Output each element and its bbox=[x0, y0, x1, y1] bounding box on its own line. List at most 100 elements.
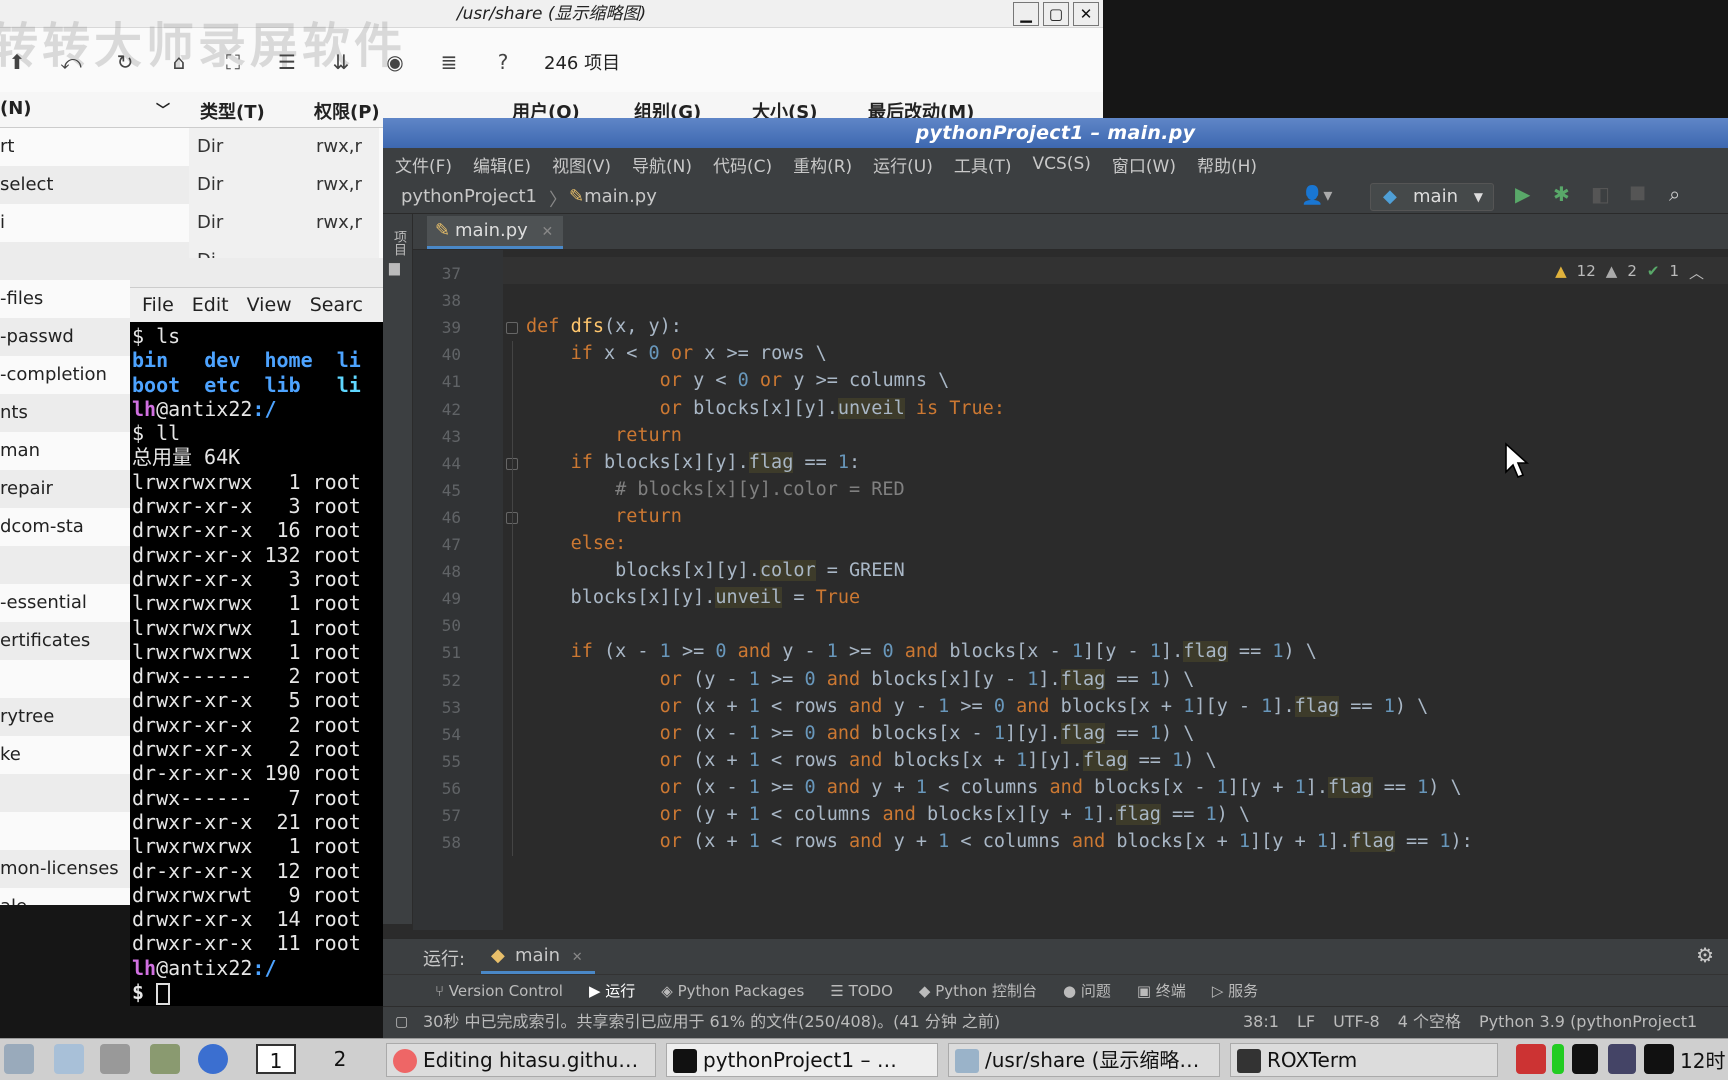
col-name[interactable]: (N) bbox=[0, 98, 32, 119]
run-tab-main[interactable]: ◆ main ✕ bbox=[481, 940, 595, 974]
coverage-icon[interactable]: ◧ bbox=[1591, 182, 1610, 206]
code-token: or bbox=[659, 749, 682, 771]
task-pycharm[interactable]: pythonProject1 – … bbox=[666, 1043, 938, 1077]
breadcrumb-file[interactable]: ✎main.py bbox=[569, 186, 657, 207]
ide-menu-item[interactable]: 代码(C) bbox=[713, 152, 772, 177]
maximize-button[interactable]: ▢ bbox=[1043, 2, 1069, 26]
code-token: unveil bbox=[837, 397, 905, 419]
home-icon[interactable]: ⌂ bbox=[162, 50, 196, 74]
run-config-selector[interactable]: ◆ main ▼ bbox=[1370, 183, 1494, 211]
ide-menu-item[interactable]: 视图(V) bbox=[552, 152, 611, 177]
sort-icon[interactable]: ⇊ bbox=[324, 50, 358, 74]
close-tab-icon[interactable]: ✕ bbox=[542, 224, 554, 240]
taskbar: 1 2 Editing hitasu.githu… pythonProject1… bbox=[0, 1038, 1728, 1080]
file-row[interactable]: select bbox=[0, 166, 189, 204]
task-roxterm[interactable]: ROXTerm bbox=[1230, 1043, 1498, 1077]
fold-marker-icon[interactable] bbox=[506, 322, 518, 335]
terminal-output[interactable]: $ ls bin dev home li boot etc lib li lh@ant… bbox=[130, 322, 385, 1005]
ide-menu-item[interactable]: 重构(R) bbox=[793, 152, 852, 177]
clock[interactable]: 12时 bbox=[1680, 1045, 1725, 1074]
file-row[interactable]: i bbox=[0, 204, 189, 242]
code-token: if bbox=[570, 343, 593, 365]
ll-row: drwxr-xr-x 3 root bbox=[132, 494, 361, 519]
status-line-ending[interactable]: LF bbox=[1297, 1007, 1315, 1037]
inspection-widget[interactable]: ▲ 12 ▲ 2 ✔ 1 ︿ bbox=[1555, 262, 1704, 283]
minimize-button[interactable]: ▁ bbox=[1013, 2, 1039, 26]
status-encoding[interactable]: UTF-8 bbox=[1333, 1007, 1380, 1037]
debug-icon[interactable]: ✱ bbox=[1553, 182, 1570, 206]
launcher-icon[interactable] bbox=[4, 1044, 34, 1074]
help-icon[interactable]: ? bbox=[486, 50, 520, 74]
close-button[interactable]: ✕ bbox=[1073, 2, 1099, 26]
breadcrumb-project[interactable]: pythonProject1 bbox=[401, 186, 537, 207]
workspace-1[interactable]: 1 bbox=[256, 1044, 296, 1074]
file-row[interactable]: rt bbox=[0, 128, 189, 166]
archive-launcher-icon[interactable] bbox=[150, 1044, 180, 1074]
menu-search[interactable]: Searc bbox=[310, 294, 363, 316]
up-icon[interactable]: ⬆ bbox=[0, 50, 34, 74]
status-indent[interactable]: 4 个空格 bbox=[1398, 1007, 1461, 1037]
ide-menu-item[interactable]: 工具(T) bbox=[954, 152, 1012, 177]
ide-menu-item[interactable]: 窗口(W) bbox=[1112, 152, 1176, 177]
show-hidden-icon[interactable]: ◉ bbox=[378, 50, 412, 74]
tool-tab[interactable]: ⑂ Version Control bbox=[435, 982, 563, 1000]
menu-file[interactable]: File bbox=[142, 294, 174, 316]
firefox-icon bbox=[393, 1049, 417, 1073]
col-type[interactable]: 类型(T) bbox=[200, 98, 265, 124]
terminal-menubar: File Edit View Searc bbox=[130, 288, 385, 322]
gear-icon[interactable]: ⚙ bbox=[1696, 943, 1714, 967]
files-launcher-icon[interactable] bbox=[54, 1044, 84, 1074]
task-firefox[interactable]: Editing hitasu.githu… bbox=[386, 1043, 656, 1077]
terminal-titlebar bbox=[130, 258, 385, 288]
status-position[interactable]: 38:1 bbox=[1243, 1007, 1279, 1037]
tool-tab[interactable]: ◆ Python 控制台 bbox=[919, 980, 1037, 1001]
code-token: unveil bbox=[715, 587, 783, 609]
status-interpreter[interactable]: Python 3.9 (pythonProject1 bbox=[1479, 1007, 1697, 1037]
ll-row: lrwxrwxrwx 1 root bbox=[132, 591, 361, 616]
tab-main-py[interactable]: ✎ main.py ✕ bbox=[427, 216, 564, 249]
tool-tab[interactable]: ▶ 运行 bbox=[589, 980, 635, 1001]
typo-icon: ✔ bbox=[1646, 262, 1660, 280]
run-icon[interactable]: ▶ bbox=[1515, 182, 1530, 206]
fullscreen-icon[interactable]: ⛶ bbox=[216, 50, 250, 74]
tool-tab[interactable]: ▷ 服务 bbox=[1212, 980, 1258, 1001]
tool-tab[interactable]: ☰ TODO bbox=[830, 982, 893, 1000]
menu-edit[interactable]: Edit bbox=[192, 294, 229, 316]
ide-menu-item[interactable]: 帮助(H) bbox=[1197, 152, 1257, 177]
project-tool-tab[interactable]: 项目 bbox=[389, 230, 408, 256]
code-token: else: bbox=[570, 533, 627, 554]
workspace-2[interactable]: 2 bbox=[320, 1044, 360, 1074]
ide-menu-item[interactable]: 运行(U) bbox=[873, 152, 933, 177]
col-perm[interactable]: 权限(P) bbox=[314, 98, 380, 124]
status-message[interactable]: 30秒 中已完成索引。共享索引已应用于 61% 的文件(250/408)。(41… bbox=[423, 1012, 1000, 1031]
tool-tab[interactable]: ◈ Python Packages bbox=[661, 982, 804, 1000]
search-icon[interactable]: ⌕ bbox=[1669, 182, 1680, 206]
new-dir-icon[interactable]: ☰ bbox=[270, 50, 304, 74]
details-icon[interactable]: ≣ bbox=[432, 50, 466, 74]
layout-icon[interactable]: ▢ bbox=[395, 1007, 408, 1037]
line-number: 41 bbox=[441, 372, 461, 392]
code-token: # blocks[x][y].color = RED bbox=[615, 478, 905, 500]
task-file-manager[interactable]: /usr/share (显示缩略… bbox=[948, 1043, 1220, 1077]
stop-icon[interactable]: ■ bbox=[1629, 182, 1646, 203]
editor-tabs: ✎ main.py ✕ bbox=[413, 214, 1728, 250]
chevron-down-icon[interactable]: ﹀ bbox=[156, 100, 170, 120]
tray-app-icon[interactable] bbox=[1516, 1044, 1546, 1074]
ide-menu-item[interactable]: VCS(S) bbox=[1033, 154, 1091, 174]
type-cell: Dir bbox=[197, 174, 224, 195]
tool-tab[interactable]: ▣ 终端 bbox=[1137, 980, 1186, 1001]
history-icon[interactable]: ⤺ bbox=[54, 50, 88, 74]
code-token: and bbox=[826, 668, 861, 690]
menu-view[interactable]: View bbox=[247, 294, 292, 316]
ide-menu-item[interactable]: 文件(F) bbox=[395, 152, 452, 177]
close-icon[interactable]: ✕ bbox=[572, 950, 583, 965]
terminal-launcher-icon[interactable] bbox=[100, 1044, 130, 1074]
account-icon[interactable]: 👤▾ bbox=[1301, 185, 1332, 206]
ide-menu-item[interactable]: 导航(N) bbox=[632, 152, 692, 177]
tool-tab[interactable]: ● 问题 bbox=[1063, 980, 1111, 1001]
ide-menu-item[interactable]: 编辑(E) bbox=[473, 152, 531, 177]
tray-graph-icon bbox=[1644, 1044, 1674, 1074]
browser-launcher-icon[interactable] bbox=[198, 1044, 228, 1074]
chevron-up-icon[interactable]: ︿ bbox=[1689, 262, 1704, 283]
refresh-icon[interactable]: ↻ bbox=[108, 50, 142, 74]
